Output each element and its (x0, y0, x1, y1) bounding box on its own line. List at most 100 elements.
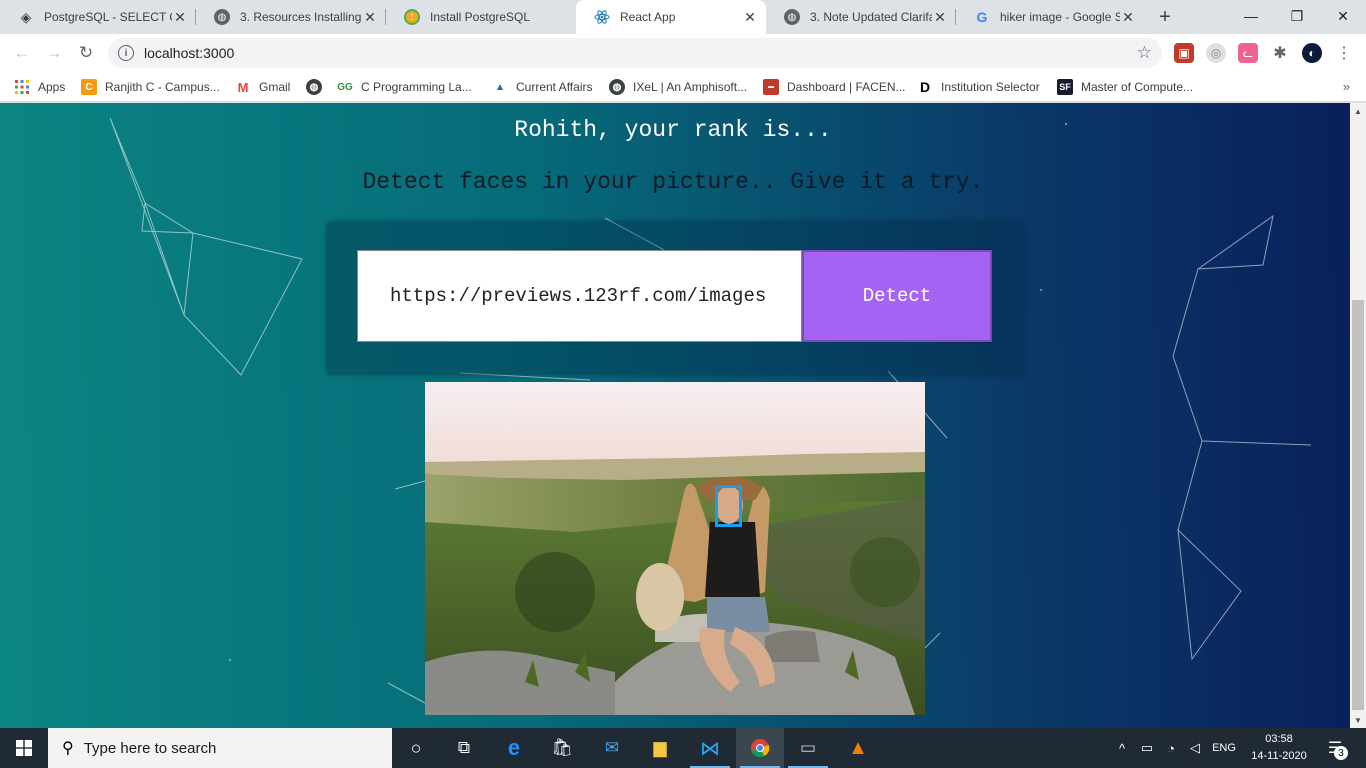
address-url[interactable]: localhost:3000 (144, 45, 234, 61)
close-icon[interactable]: ✕ (172, 9, 188, 25)
address-bar[interactable]: i localhost:3000 ☆ (108, 38, 1162, 68)
d2l-icon: D (919, 79, 931, 95)
gfg-icon: GG (337, 81, 353, 93)
hiker-photo-image (425, 382, 925, 715)
facenet-icon: ▬ (763, 79, 779, 95)
close-window-button[interactable]: ✕ (1320, 0, 1366, 32)
notification-count-badge: 3 (1334, 746, 1348, 760)
extensions-puzzle-icon[interactable]: ✱ (1270, 43, 1290, 63)
current-affairs-icon: ▲ (495, 81, 505, 93)
browser-toolbar: ← → ↻ i localhost:3000 ☆ ▣ ◎ ᓚ ✱ ◐ ⋮ (0, 34, 1366, 72)
bookmark-star-icon[interactable]: ☆ (1137, 43, 1152, 63)
globe-icon: ◍ (306, 79, 322, 95)
tab-title: PostgreSQL - SELECT Q (44, 10, 172, 24)
bookmark-globe[interactable]: ◍ (306, 77, 330, 97)
bookmark-label: Master of Compute... (1081, 80, 1194, 94)
file-explorer-icon[interactable]: ▆ (636, 728, 684, 768)
windows-taskbar: ⚲ Type here to search ○ ⧉ e 🛍 ✉ ▆ ⋈ ▭ ▲ … (0, 728, 1366, 768)
detected-photo (425, 382, 925, 715)
bookmark-c-programming[interactable]: GG C Programming La... (337, 77, 472, 97)
wifi-icon[interactable]: ◔ (1160, 728, 1182, 768)
page-scrollbar[interactable]: ▲ ▼ (1350, 103, 1366, 728)
tab-resources-installing[interactable]: ◍ 3. Resources Installing P ✕ (196, 0, 386, 34)
scroll-up-arrow-icon[interactable]: ▲ (1350, 103, 1366, 119)
bookmark-ranjith-campus[interactable]: C Ranjith C - Campus... (81, 77, 220, 97)
chrome-icon[interactable] (736, 728, 784, 768)
rank-text: Rohith, your rank is... (514, 117, 832, 143)
scroll-down-arrow-icon[interactable]: ▼ (1350, 712, 1366, 728)
bookmarks-overflow-icon[interactable]: » (1343, 79, 1350, 94)
gmail-icon: M (237, 79, 249, 95)
extension-cat-icon[interactable]: ᓚ (1238, 43, 1258, 63)
bookmark-gmail[interactable]: M Gmail (235, 77, 291, 97)
tab-title: hiker image - Google Se (1000, 10, 1120, 24)
extension-gray-icon[interactable]: ◎ (1206, 43, 1226, 63)
vlc-icon[interactable]: ▲ (834, 728, 882, 768)
bookmark-label: Ranjith C - Campus... (105, 80, 220, 94)
taskbar-search-box[interactable]: ⚲ Type here to search (48, 728, 392, 768)
close-icon[interactable]: ✕ (742, 9, 758, 25)
edge-icon[interactable]: e (490, 728, 538, 768)
react-icon (594, 9, 610, 25)
close-icon[interactable]: ✕ (1120, 9, 1136, 25)
bookmark-label: Dashboard | FACEN... (787, 80, 906, 94)
bookmark-institution-selector[interactable]: D Institution Selector (917, 77, 1040, 97)
extension-red-icon[interactable]: ▣ (1174, 43, 1194, 63)
bookmarks-bar: Apps C Ranjith C - Campus... M Gmail ◍ G… (0, 72, 1366, 102)
tab-title: React App (620, 10, 676, 24)
battery-icon[interactable]: ▭ (1136, 728, 1158, 768)
store-icon[interactable]: 🛍 (538, 728, 586, 768)
volume-icon[interactable]: ◁ (1184, 728, 1206, 768)
bookmark-current-affairs[interactable]: ▲ Current Affairs (492, 77, 592, 97)
bookmark-label: Current Affairs (516, 80, 593, 94)
forward-button[interactable]: → (40, 39, 68, 67)
apps-grid-icon (14, 79, 30, 95)
tab-hiker-image-google[interactable]: G hiker image - Google Se ✕ (956, 0, 1144, 34)
new-tab-button[interactable]: + (1152, 4, 1178, 30)
bookmark-ixel[interactable]: ◍ IXeL | An Amphisoft... (609, 77, 747, 97)
page-subtitle: Detect faces in your picture.. Give it a… (362, 169, 984, 195)
globe-icon: ◍ (784, 9, 800, 25)
tab-note-updated-clarifai[interactable]: ◍ 3. Note Updated Clarifa ✕ (766, 0, 956, 34)
bookmark-label: C Programming La... (361, 80, 472, 94)
postgres-diamond-icon: ◈ (20, 8, 32, 25)
close-icon[interactable]: ✕ (362, 9, 378, 25)
search-icon: ⚲ (62, 740, 74, 757)
detect-button[interactable]: Detect (802, 250, 992, 342)
close-icon[interactable]: ✕ (932, 9, 948, 25)
vscode-icon[interactable]: ⋈ (686, 728, 734, 768)
replit-icon: ! (404, 9, 420, 25)
bookmark-apps[interactable]: Apps (14, 77, 65, 97)
globe-icon: ◍ (214, 9, 230, 25)
start-button[interactable] (0, 728, 48, 768)
cortana-icon[interactable]: ○ (392, 728, 440, 768)
tray-overflow-icon[interactable]: ^ (1112, 728, 1132, 768)
tab-react-app[interactable]: React App ✕ (576, 0, 766, 34)
bookmark-label: Institution Selector (941, 80, 1040, 94)
site-info-icon[interactable]: i (118, 45, 134, 61)
tab-title: 3. Resources Installing P (240, 10, 362, 24)
tab-title: 3. Note Updated Clarifa (810, 10, 932, 24)
back-button[interactable]: ← (8, 39, 36, 67)
search-placeholder: Type here to search (83, 739, 217, 757)
reload-button[interactable]: ↻ (72, 39, 100, 67)
maximize-button[interactable]: ❐ (1274, 0, 1320, 32)
bookmark-dashboard-facenet[interactable]: ▬ Dashboard | FACEN... (763, 77, 906, 97)
clock-time: 03:58 (1265, 733, 1293, 745)
windows-logo-icon (16, 740, 32, 756)
scrollbar-thumb[interactable] (1352, 300, 1364, 710)
tab-postgresql-select[interactable]: ◈ PostgreSQL - SELECT Q ✕ (0, 0, 196, 34)
mail-icon[interactable]: ✉ (588, 728, 636, 768)
bookmark-label: Gmail (259, 80, 291, 94)
terminal-icon[interactable]: ▭ (784, 728, 832, 768)
profile-avatar[interactable]: ◐ (1302, 43, 1322, 63)
tab-install-postgresql[interactable]: ! Install PostgreSQL (386, 0, 576, 34)
bookmark-label: Apps (38, 80, 66, 94)
task-view-icon[interactable]: ⧉ (440, 728, 488, 768)
bookmark-master-of-computer[interactable]: SF Master of Compute... (1057, 77, 1193, 97)
image-url-input[interactable] (357, 250, 802, 342)
minimize-button[interactable]: — (1228, 0, 1274, 32)
language-indicator[interactable]: ENG (1208, 728, 1240, 768)
taskbar-clock[interactable]: 03:58 14-11-2020 (1244, 731, 1314, 765)
menu-kebab-icon[interactable]: ⋮ (1334, 43, 1354, 63)
